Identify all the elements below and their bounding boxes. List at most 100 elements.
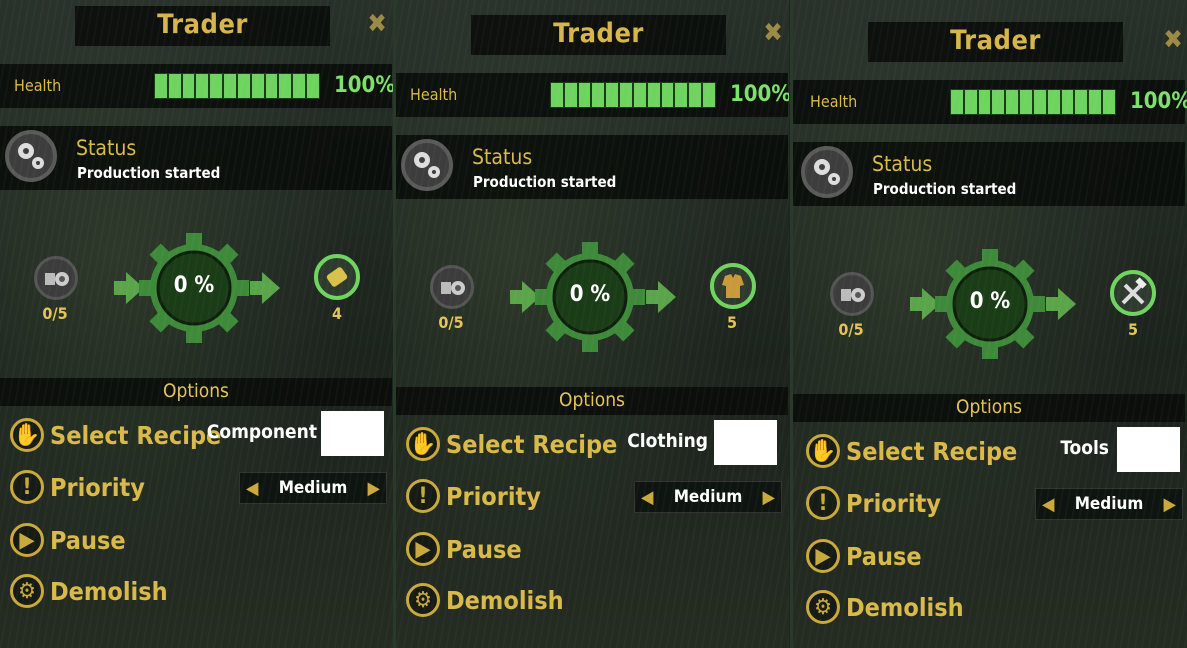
panel-title: Trader xyxy=(553,18,644,49)
priority-button[interactable]: ! Priority xyxy=(806,483,941,523)
health-percent: 100% xyxy=(334,73,393,98)
status-text: Production started xyxy=(873,180,1017,198)
demolish-label: Demolish xyxy=(846,592,964,622)
status-title: Status xyxy=(76,136,137,160)
recipe-slot[interactable] xyxy=(321,411,384,456)
recipe-hand-icon: ✋ xyxy=(806,434,840,468)
status-bar: Status Production started xyxy=(0,126,392,190)
priority-left-arrow-icon[interactable]: ◀ xyxy=(240,478,264,499)
health-percent: 100% xyxy=(730,82,789,107)
demolish-label: Demolish xyxy=(50,576,168,606)
close-icon[interactable]: ✖ xyxy=(1162,27,1184,53)
recipe-name: Tools xyxy=(1060,437,1109,459)
select-recipe-button[interactable]: ✋ Select Recipe xyxy=(406,424,617,464)
play-icon: ▶ xyxy=(10,523,44,557)
exclamation-icon: ! xyxy=(10,470,44,504)
output-count: 5 xyxy=(1127,320,1138,339)
priority-left-arrow-icon[interactable]: ◀ xyxy=(635,487,659,508)
select-recipe-button[interactable]: ✋ Select Recipe xyxy=(806,431,1017,471)
status-text: Production started xyxy=(473,173,617,191)
demolish-gear-icon: ⚙ xyxy=(10,574,44,608)
progress-percent: 0 % xyxy=(173,273,215,298)
exclamation-icon: ! xyxy=(406,479,440,513)
recipe-slot[interactable] xyxy=(1117,427,1180,472)
component-icon xyxy=(314,254,360,300)
recipe-name: Clothing xyxy=(627,430,708,452)
progress-percent: 0 % xyxy=(569,282,611,307)
options-bar: Options xyxy=(793,394,1185,422)
health-label: Health xyxy=(410,85,458,104)
priority-left-arrow-icon[interactable]: ◀ xyxy=(1036,494,1060,515)
priority-button[interactable]: ! Priority xyxy=(10,467,145,507)
priority-right-arrow-icon[interactable]: ▶ xyxy=(362,478,386,499)
status-bar: Status Production started xyxy=(396,135,788,199)
title-bar: Trader xyxy=(868,22,1123,62)
recipe-name: Component xyxy=(206,421,317,443)
priority-button[interactable]: ! Priority xyxy=(406,476,541,516)
demolish-gear-icon: ⚙ xyxy=(406,583,440,617)
gears-icon xyxy=(801,146,853,198)
priority-value: Medium xyxy=(278,478,348,498)
panel-title: Trader xyxy=(950,25,1041,56)
select-recipe-label: Select Recipe xyxy=(446,429,618,459)
play-icon: ▶ xyxy=(406,532,440,566)
clothing-icon xyxy=(710,263,756,309)
input-count: 0/5 xyxy=(838,320,864,339)
health-meter xyxy=(950,89,1116,115)
pause-label: Pause xyxy=(50,525,126,555)
health-label: Health xyxy=(810,92,858,111)
input-resource-icon xyxy=(34,256,78,300)
health-bar: Health 100% xyxy=(793,80,1187,124)
health-bar: Health 100% xyxy=(396,73,789,117)
options-bar: Options xyxy=(396,387,788,415)
demolish-button[interactable]: ⚙ Demolish xyxy=(806,587,964,627)
close-icon[interactable]: ✖ xyxy=(762,20,784,46)
demolish-label: Demolish xyxy=(446,585,564,615)
input-resource-icon xyxy=(830,272,874,316)
arrow-right-icon xyxy=(646,281,676,313)
priority-label: Priority xyxy=(846,488,941,518)
progress-percent: 0 % xyxy=(969,289,1011,314)
priority-selector: ◀ Medium ▶ xyxy=(634,481,782,513)
pause-button[interactable]: ▶ Pause xyxy=(806,536,922,576)
recipe-hand-icon: ✋ xyxy=(10,418,44,452)
priority-value: Medium xyxy=(673,487,743,507)
pause-button[interactable]: ▶ Pause xyxy=(406,529,522,569)
input-resource-icon xyxy=(430,265,474,309)
title-bar: Trader xyxy=(471,15,726,55)
select-recipe-button[interactable]: ✋ Select Recipe xyxy=(10,415,221,455)
demolish-gear-icon: ⚙ xyxy=(806,590,840,624)
trader-panel: Trader ✖ Health 100% Status Production s… xyxy=(396,0,789,648)
health-label: Health xyxy=(14,76,62,95)
pause-label: Pause xyxy=(446,534,522,564)
options-title: Options xyxy=(163,380,229,402)
arrow-right-icon xyxy=(250,272,280,304)
close-icon[interactable]: ✖ xyxy=(366,11,388,37)
pause-button[interactable]: ▶ Pause xyxy=(10,520,126,560)
recipe-hand-icon: ✋ xyxy=(406,427,440,461)
select-recipe-label: Select Recipe xyxy=(846,436,1018,466)
trader-panel: Trader ✖ Health 100% Status Production s… xyxy=(0,0,393,648)
recipe-slot[interactable] xyxy=(714,420,777,465)
options-title: Options xyxy=(956,396,1022,418)
trader-panel: Trader ✖ Health 100% Status Production s… xyxy=(793,0,1187,648)
health-percent: 100% xyxy=(1130,89,1187,114)
exclamation-icon: ! xyxy=(806,486,840,520)
priority-value: Medium xyxy=(1074,494,1144,514)
demolish-button[interactable]: ⚙ Demolish xyxy=(406,580,564,620)
health-meter xyxy=(550,82,716,108)
output-count: 4 xyxy=(331,304,342,323)
status-title: Status xyxy=(872,152,933,176)
priority-right-arrow-icon[interactable]: ▶ xyxy=(1158,494,1182,515)
priority-label: Priority xyxy=(446,481,541,511)
priority-right-arrow-icon[interactable]: ▶ xyxy=(757,487,781,508)
options-title: Options xyxy=(559,389,625,411)
options-bar: Options xyxy=(0,378,392,406)
status-title: Status xyxy=(472,145,533,169)
select-recipe-label: Select Recipe xyxy=(50,420,222,450)
gears-icon xyxy=(401,139,453,191)
panel-title: Trader xyxy=(157,9,248,40)
demolish-button[interactable]: ⚙ Demolish xyxy=(10,571,168,611)
health-bar: Health 100% xyxy=(0,64,393,108)
priority-label: Priority xyxy=(50,472,145,502)
